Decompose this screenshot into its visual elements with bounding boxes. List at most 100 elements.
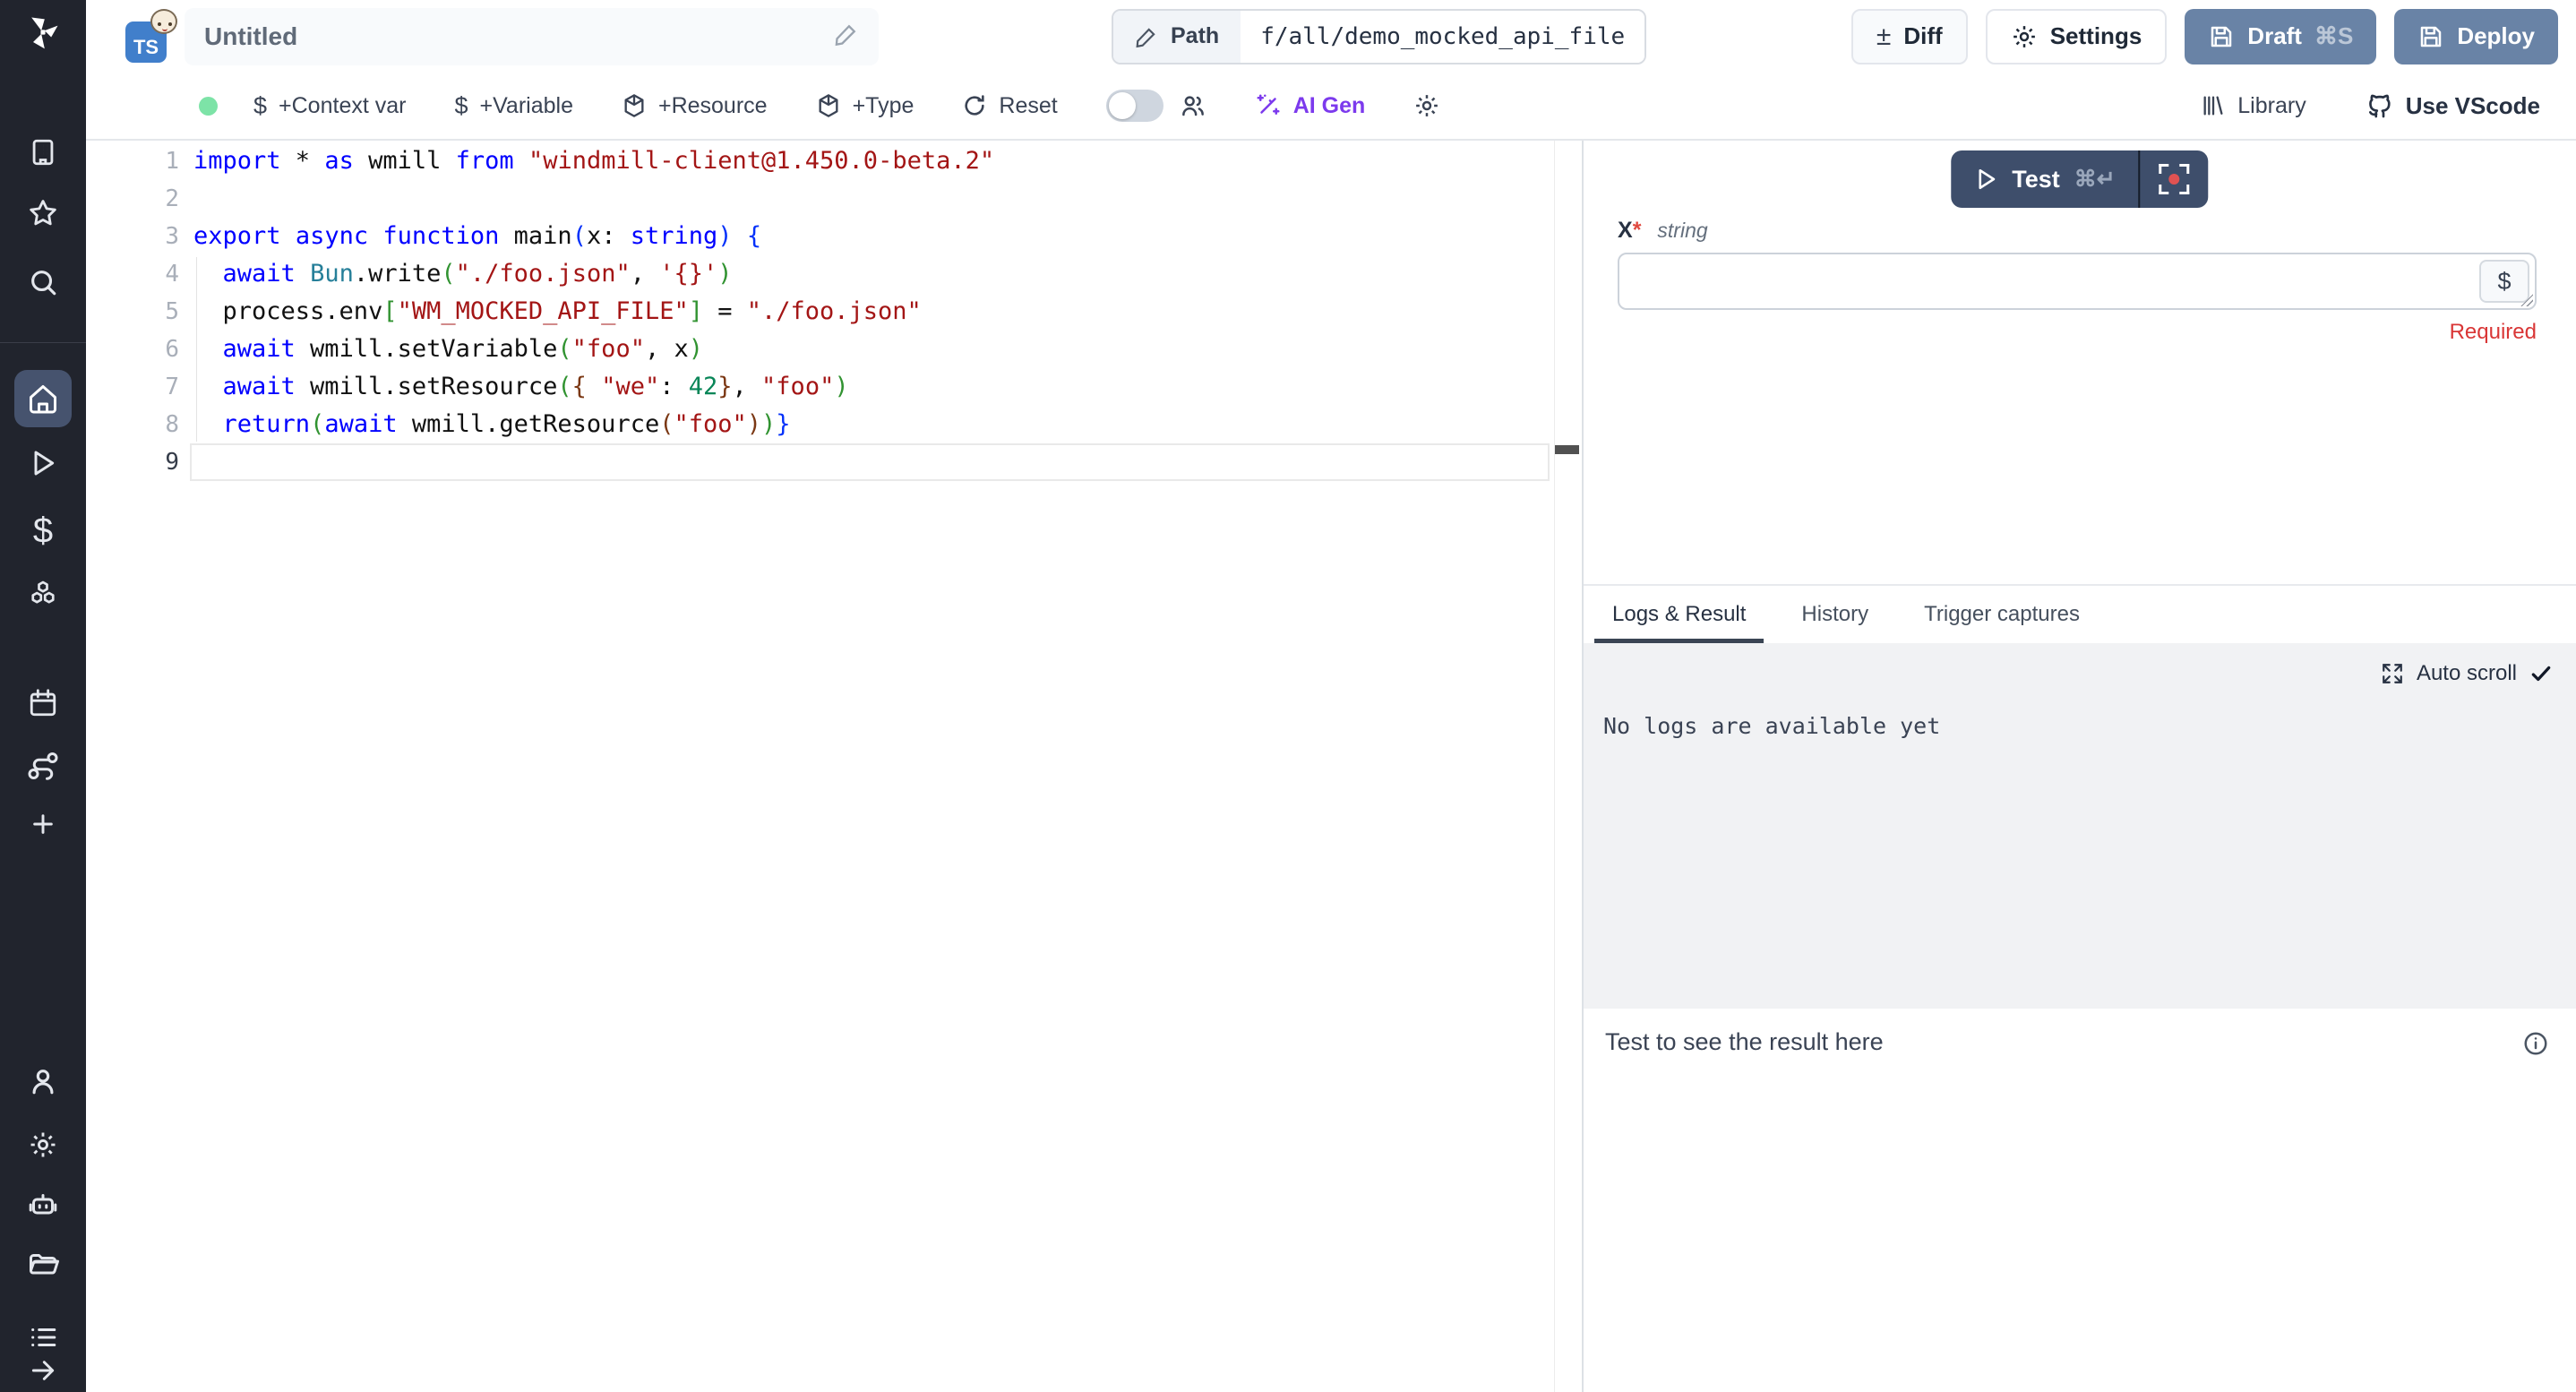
left-sidebar: $ bbox=[0, 0, 86, 1392]
code-line[interactable]: process.env["WM_MOCKED_API_FILE"] = "./f… bbox=[86, 293, 1582, 331]
diff-mode-toggle[interactable] bbox=[1106, 90, 1163, 122]
code-line[interactable]: await Bun.write("./foo.json", '{}') bbox=[86, 255, 1582, 293]
deploy-label: Deploy bbox=[2457, 22, 2535, 50]
auto-scroll-label: Auto scroll bbox=[2417, 661, 2517, 686]
test-button[interactable]: Test ⌘↵ bbox=[1951, 150, 2138, 208]
resource-label: +Resource bbox=[658, 93, 768, 119]
code-lines: import * as wmill from "windmill-client@… bbox=[86, 142, 1582, 481]
test-shortcut: ⌘↵ bbox=[2074, 166, 2116, 193]
plus-icon[interactable] bbox=[29, 810, 57, 838]
home-nav-active[interactable] bbox=[14, 370, 72, 427]
pencil-icon bbox=[1135, 25, 1158, 48]
users-icon bbox=[1180, 92, 1206, 119]
status-dot bbox=[199, 97, 218, 116]
use-vscode-label: Use VScode bbox=[2406, 92, 2540, 120]
github-icon bbox=[2366, 91, 2394, 120]
path-widget[interactable]: Path f/all/demo_mocked_api_file bbox=[1112, 9, 1646, 64]
info-icon[interactable] bbox=[2522, 1030, 2549, 1061]
add-type-button[interactable]: +Type bbox=[816, 93, 914, 119]
sidebar-divider bbox=[0, 342, 86, 343]
deploy-button[interactable]: Deploy bbox=[2394, 9, 2558, 64]
script-title: Untitled bbox=[204, 22, 834, 51]
save-icon bbox=[2417, 23, 2444, 50]
route-icon[interactable] bbox=[27, 750, 59, 782]
star-icon[interactable] bbox=[28, 198, 58, 228]
overview-ruler-cursor-mark bbox=[1555, 445, 1579, 454]
test-label: Test bbox=[2012, 166, 2060, 193]
robot-icon[interactable] bbox=[27, 1189, 59, 1221]
gear-icon bbox=[1413, 92, 1440, 119]
path-value: f/all/demo_mocked_api_file bbox=[1241, 11, 1644, 63]
add-variable-button[interactable]: $ +Variable bbox=[454, 92, 573, 120]
overview-ruler bbox=[1554, 141, 1555, 1392]
capture-test-button[interactable] bbox=[2141, 150, 2209, 208]
cubes-icon[interactable] bbox=[27, 580, 59, 612]
pencil-icon[interactable] bbox=[834, 21, 859, 51]
test-button-group: Test ⌘↵ bbox=[1951, 150, 2208, 208]
path-label: Path bbox=[1171, 23, 1219, 49]
refresh-icon bbox=[962, 93, 987, 118]
bun-icon bbox=[150, 9, 177, 34]
code-line[interactable] bbox=[86, 443, 1582, 481]
tab-logs-result[interactable]: Logs & Result bbox=[1603, 602, 1755, 643]
code-line[interactable]: await wmill.setVariable("foo", x) bbox=[86, 331, 1582, 368]
check-icon bbox=[2529, 662, 2553, 685]
expand-icon bbox=[2381, 662, 2404, 685]
play-icon[interactable] bbox=[29, 449, 57, 477]
gear-icon bbox=[2011, 23, 2038, 50]
app-window: $ bbox=[0, 0, 2576, 1392]
result-pane: Test to see the result here bbox=[1584, 1009, 2576, 1392]
auto-scroll-toggle[interactable]: Auto scroll bbox=[2381, 661, 2553, 686]
run-panel: Test ⌘↵ X* string $ bbox=[1582, 141, 2576, 1392]
dollar-icon: $ bbox=[253, 92, 267, 120]
windmill-logo[interactable] bbox=[23, 13, 63, 52]
library-button[interactable]: Library bbox=[2201, 93, 2306, 119]
editor-settings-button[interactable] bbox=[1413, 92, 1440, 119]
ai-gen-button[interactable]: AI Gen bbox=[1255, 92, 1366, 119]
calendar-icon[interactable] bbox=[28, 688, 58, 718]
editor-toolbar: $ +Context var $ +Variable +Resource +Ty… bbox=[86, 73, 2576, 141]
magic-wand-icon bbox=[1255, 92, 1282, 119]
library-icon bbox=[2201, 93, 2226, 118]
search-icon[interactable] bbox=[28, 267, 58, 297]
dollar-icon[interactable]: $ bbox=[33, 511, 53, 552]
play-icon bbox=[1974, 168, 1997, 191]
code-line[interactable]: await wmill.setResource({ "we": 42}, "fo… bbox=[86, 368, 1582, 406]
code-editor[interactable]: 123456789 import * as wmill from "windmi… bbox=[86, 141, 1582, 1392]
diff-label: Diff bbox=[1903, 22, 1942, 50]
required-star: * bbox=[1633, 218, 1642, 243]
building-icon[interactable] bbox=[28, 137, 58, 168]
list-icon[interactable] bbox=[28, 1322, 58, 1353]
result-placeholder: Test to see the result here bbox=[1605, 1028, 1884, 1056]
folder-icon[interactable] bbox=[27, 1249, 59, 1281]
draft-shortcut: ⌘S bbox=[2314, 22, 2353, 50]
reset-button[interactable]: Reset bbox=[962, 93, 1057, 119]
library-label: Library bbox=[2237, 93, 2306, 119]
required-hint: Required bbox=[1618, 320, 2537, 345]
capture-icon bbox=[2160, 164, 2190, 194]
add-resource-button[interactable]: +Resource bbox=[622, 93, 768, 119]
diff-button[interactable]: ± Diff bbox=[1851, 9, 1968, 64]
result-tabs: Logs & Result History Trigger captures bbox=[1584, 586, 2576, 643]
code-line[interactable]: return(await wmill.getResource("foo"))} bbox=[86, 406, 1582, 443]
typescript-bun-badge: TS bbox=[125, 13, 167, 61]
use-vscode-button[interactable]: Use VScode bbox=[2366, 91, 2540, 120]
draft-label: Draft bbox=[2247, 22, 2302, 50]
code-line[interactable]: export async function main(x: string) { bbox=[86, 218, 1582, 255]
person-icon[interactable] bbox=[28, 1066, 58, 1096]
resize-grip[interactable] bbox=[2520, 294, 2533, 306]
script-title-input[interactable]: Untitled bbox=[185, 8, 879, 65]
tab-history[interactable]: History bbox=[1792, 602, 1877, 643]
arrow-right-icon[interactable] bbox=[29, 1356, 57, 1385]
arg-input-field[interactable]: $ bbox=[1618, 253, 2537, 310]
draft-button[interactable]: Draft ⌘S bbox=[2185, 9, 2376, 64]
code-line[interactable] bbox=[86, 180, 1582, 218]
ai-gen-label: AI Gen bbox=[1293, 93, 1366, 119]
gear-icon[interactable] bbox=[28, 1130, 58, 1160]
save-icon bbox=[2208, 23, 2235, 50]
tab-trigger-captures[interactable]: Trigger captures bbox=[1915, 602, 2089, 643]
dollar-icon: $ bbox=[454, 92, 468, 120]
add-context-var-button[interactable]: $ +Context var bbox=[253, 92, 406, 120]
settings-button[interactable]: Settings bbox=[1986, 9, 2168, 64]
code-line[interactable]: import * as wmill from "windmill-client@… bbox=[86, 142, 1582, 180]
